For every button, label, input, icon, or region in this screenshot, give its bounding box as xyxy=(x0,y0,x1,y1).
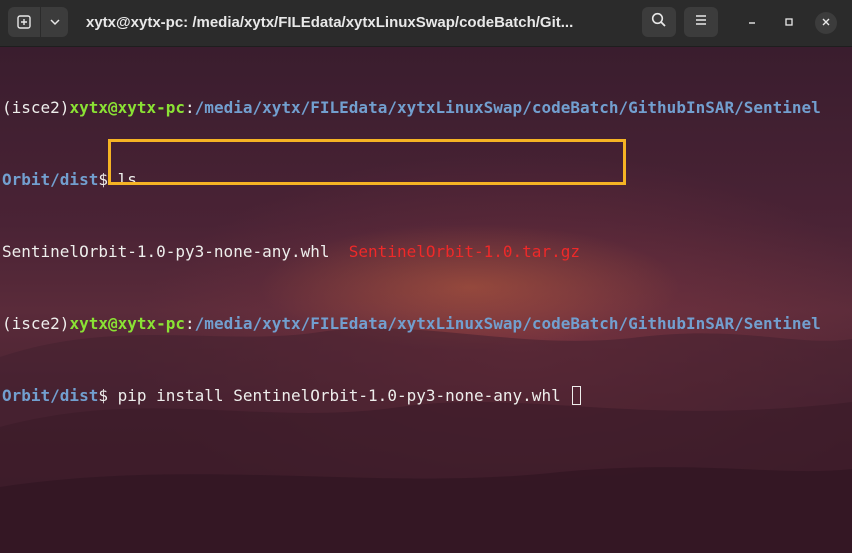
title-bar: xytx@xytx-pc: /media/xytx/FILEdata/xytxL… xyxy=(0,0,852,47)
terminal-line: Orbit/dist$ pip install SentinelOrbit-1.… xyxy=(2,384,852,408)
new-tab-split-button[interactable] xyxy=(8,7,68,37)
prompt-path: /media/xytx/FILEdata/xytxLinuxSwap/codeB… xyxy=(194,98,821,117)
prompt-path: Orbit/dist xyxy=(2,386,99,405)
terminal-output: (isce2)xytx@xytx-pc:/media/xytx/FILEdata… xyxy=(2,48,852,456)
menu-button[interactable] xyxy=(684,7,718,37)
prompt-separator: : xyxy=(185,314,195,333)
conda-env: (isce2) xyxy=(2,314,70,333)
search-button[interactable] xyxy=(642,7,676,37)
terminal-line: SentinelOrbit-1.0-py3-none-any.whl Senti… xyxy=(2,240,852,264)
hamburger-menu-icon xyxy=(694,14,708,30)
prompt-path: /media/xytx/FILEdata/xytxLinuxSwap/codeB… xyxy=(194,314,821,333)
output-gap xyxy=(330,242,349,261)
close-button[interactable] xyxy=(815,12,837,34)
terminal-area[interactable]: (isce2)xytx@xytx-pc:/media/xytx/FILEdata… xyxy=(0,47,852,553)
maximize-button[interactable] xyxy=(778,12,800,34)
search-icon xyxy=(651,12,667,32)
close-icon xyxy=(821,16,831,30)
file-wheel: SentinelOrbit-1.0-py3-none-any.whl xyxy=(2,242,330,261)
file-archive: SentinelOrbit-1.0.tar.gz xyxy=(348,242,580,261)
chevron-down-icon[interactable] xyxy=(41,7,68,37)
command-input[interactable]: pip install SentinelOrbit-1.0-py3-none-a… xyxy=(118,386,571,405)
prompt-path: Orbit/dist xyxy=(2,170,99,189)
terminal-line: (isce2)xytx@xytx-pc:/media/xytx/FILEdata… xyxy=(2,312,852,336)
user-host: xytx@xytx-pc xyxy=(69,98,186,117)
prompt-separator: : xyxy=(185,98,195,117)
minimize-button[interactable] xyxy=(741,12,763,34)
user-host: xytx@xytx-pc xyxy=(69,314,186,333)
prompt-symbol: $ xyxy=(98,386,118,405)
terminal-line: (isce2)xytx@xytx-pc:/media/xytx/FILEdata… xyxy=(2,96,852,120)
highlight-box xyxy=(108,139,626,185)
window-title: xytx@xytx-pc: /media/xytx/FILEdata/xytxL… xyxy=(86,14,574,31)
text-cursor xyxy=(572,386,582,405)
conda-env: (isce2) xyxy=(2,98,70,117)
new-tab-icon[interactable] xyxy=(8,7,41,37)
maximize-icon xyxy=(784,16,794,30)
minimize-icon xyxy=(747,16,757,30)
